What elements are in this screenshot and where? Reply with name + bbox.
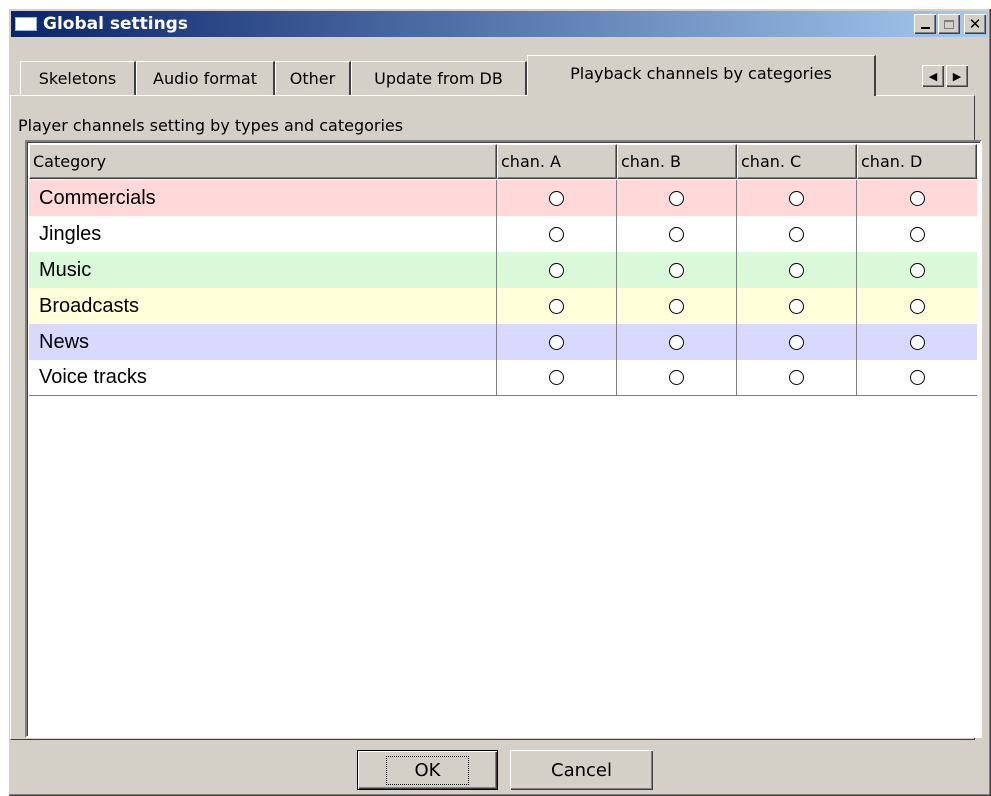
title-bar[interactable]: Global settings ✕ xyxy=(11,11,988,37)
chan-a-cell[interactable] xyxy=(497,252,617,288)
chan-c-cell[interactable] xyxy=(737,216,857,252)
cancel-button-label: Cancel xyxy=(551,759,612,781)
arrow-right-icon: ▶ xyxy=(952,70,962,83)
chan-a-radio[interactable] xyxy=(549,334,564,350)
chan-a-cell[interactable] xyxy=(497,216,617,252)
tab-playback-channels[interactable]: Playback channels by categories xyxy=(527,55,876,96)
chan-c-radio[interactable] xyxy=(789,370,804,385)
table-row: Music xyxy=(29,252,977,288)
maximize-button[interactable] xyxy=(938,14,960,34)
chan-d-radio[interactable] xyxy=(909,226,925,242)
table-row: Commercials xyxy=(29,180,977,216)
category-cell: Music xyxy=(29,252,497,288)
chan-c-cell[interactable] xyxy=(737,252,857,288)
ok-button-label: OK xyxy=(385,755,470,785)
chan-d-radio[interactable] xyxy=(909,190,925,206)
channel-grid: Category chan. A chan. B chan. C chan. D… xyxy=(25,140,982,738)
chan-c-cell[interactable] xyxy=(737,288,857,324)
close-button[interactable]: ✕ xyxy=(964,14,986,34)
chan-a-radio[interactable] xyxy=(549,262,564,278)
tab-other[interactable]: Other xyxy=(275,61,351,95)
chan-b-radio[interactable] xyxy=(669,298,684,314)
chan-d-radio[interactable] xyxy=(909,334,925,350)
minimize-button[interactable] xyxy=(914,14,936,34)
chan-b-radio[interactable] xyxy=(669,226,684,242)
chan-c-radio[interactable] xyxy=(789,226,804,242)
chan-c-cell[interactable] xyxy=(737,360,857,395)
chan-a-radio[interactable] xyxy=(549,226,564,242)
chan-c-cell[interactable] xyxy=(737,324,857,360)
chan-a-cell[interactable] xyxy=(497,288,617,324)
chan-a-cell[interactable] xyxy=(497,324,617,360)
chan-c-radio[interactable] xyxy=(789,262,804,278)
chan-d-cell[interactable] xyxy=(857,324,977,360)
chan-d-radio[interactable] xyxy=(909,298,925,314)
ok-button[interactable]: OK xyxy=(357,750,498,790)
chan-a-cell[interactable] xyxy=(497,180,617,216)
panel-caption: Player channels setting by types and cat… xyxy=(18,116,404,135)
chan-c-radio[interactable] xyxy=(789,190,804,206)
grid-rows: Commercials Jingles Music Broadcasts New… xyxy=(29,180,977,396)
chan-b-radio[interactable] xyxy=(669,262,684,278)
chan-b-cell[interactable] xyxy=(617,180,737,216)
chan-d-cell[interactable] xyxy=(857,216,977,252)
chan-d-cell[interactable] xyxy=(857,288,977,324)
chan-a-radio[interactable] xyxy=(549,298,564,314)
chan-a-radio[interactable] xyxy=(549,190,564,206)
tab-strip: Skeletons Audio format Other Update from… xyxy=(10,55,985,96)
chan-b-radio[interactable] xyxy=(669,190,684,206)
maximize-icon xyxy=(944,19,954,29)
chan-b-cell[interactable] xyxy=(617,252,737,288)
table-row: Jingles xyxy=(29,216,977,252)
chan-c-cell[interactable] xyxy=(737,180,857,216)
chan-d-cell[interactable] xyxy=(857,360,977,395)
column-header-chan-a[interactable]: chan. A xyxy=(497,144,617,179)
table-row: Broadcasts xyxy=(29,288,977,324)
tab-scroll-right-button[interactable]: ▶ xyxy=(946,65,968,87)
tab-skeletons[interactable]: Skeletons xyxy=(20,61,136,95)
chan-b-cell[interactable] xyxy=(617,288,737,324)
category-cell: Commercials xyxy=(29,180,497,216)
cancel-button[interactable]: Cancel xyxy=(510,750,653,790)
category-cell: News xyxy=(29,324,497,360)
chan-a-cell[interactable] xyxy=(497,360,617,395)
chan-b-cell[interactable] xyxy=(617,360,737,395)
app-icon xyxy=(15,17,37,31)
window-title: Global settings xyxy=(43,14,188,34)
chan-b-radio[interactable] xyxy=(669,370,684,385)
chan-d-radio[interactable] xyxy=(909,262,925,278)
table-row: Voice tracks xyxy=(29,360,977,396)
tab-audio-format[interactable]: Audio format xyxy=(136,61,275,95)
column-header-chan-b[interactable]: chan. B xyxy=(617,144,737,179)
arrow-left-icon: ◀ xyxy=(928,70,938,83)
column-header-category[interactable]: Category xyxy=(29,144,497,179)
chan-b-cell[interactable] xyxy=(617,324,737,360)
chan-d-radio[interactable] xyxy=(909,370,925,385)
chan-c-radio[interactable] xyxy=(789,298,804,314)
close-icon: ✕ xyxy=(968,15,982,33)
category-cell: Voice tracks xyxy=(29,360,497,395)
category-cell: Broadcasts xyxy=(29,288,497,324)
table-row: News xyxy=(29,324,977,360)
chan-d-cell[interactable] xyxy=(857,252,977,288)
chan-b-radio[interactable] xyxy=(669,334,684,350)
minimize-icon xyxy=(920,27,930,29)
category-cell: Jingles xyxy=(29,216,497,252)
column-header-chan-c[interactable]: chan. C xyxy=(737,144,857,179)
chan-c-radio[interactable] xyxy=(789,334,804,350)
chan-b-cell[interactable] xyxy=(617,216,737,252)
tab-update-from-db[interactable]: Update from DB xyxy=(351,61,527,95)
column-header-chan-d[interactable]: chan. D xyxy=(857,144,977,179)
grid-header: Category chan. A chan. B chan. C chan. D xyxy=(29,144,977,179)
window-controls: ✕ xyxy=(912,14,986,34)
tab-scroll-left-button[interactable]: ◀ xyxy=(922,65,944,87)
chan-d-cell[interactable] xyxy=(857,180,977,216)
chan-a-radio[interactable] xyxy=(549,370,564,385)
